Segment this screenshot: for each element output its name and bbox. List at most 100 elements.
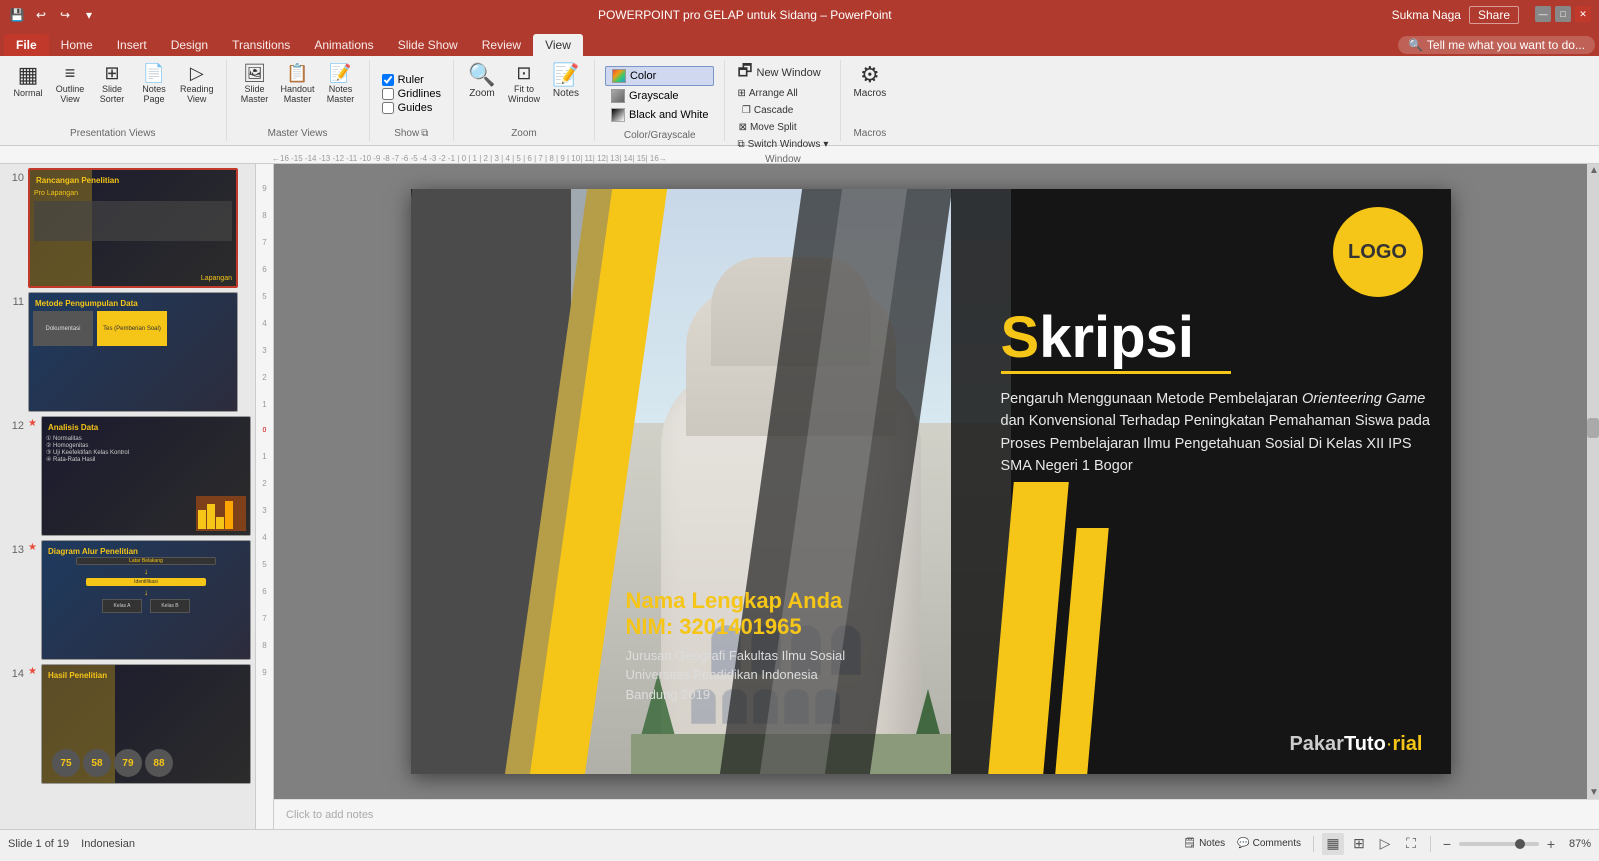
language-indicator: Indonesian xyxy=(81,838,135,850)
handout-master-button[interactable]: 📋 HandoutMaster xyxy=(277,62,319,106)
brand-tuto: Tuto xyxy=(1344,733,1386,755)
slide-preview-14: Hasil Penelitian 75 58 79 88 xyxy=(41,664,251,784)
notes-status-icon: 🗒 xyxy=(1183,838,1196,849)
star-12: ★ xyxy=(28,418,37,429)
presentation-views-label: Presentation Views xyxy=(70,126,155,139)
undo-button[interactable]: ↩ xyxy=(32,6,50,24)
normal-view-icon: ▦ xyxy=(18,64,39,86)
slide-thumb-11[interactable]: 11 Metode Pengumpulan Data Dokumentasi T… xyxy=(4,292,251,412)
reading-view-label: ReadingView xyxy=(180,84,214,104)
slide-canvas-wrapper[interactable]: LOGO Skripsi Pengaruh Menggunaan Metode … xyxy=(274,164,1587,799)
bw-dot xyxy=(611,108,625,122)
notes-status-button[interactable]: 🗒 Notes xyxy=(1179,836,1229,851)
zoom-label: Zoom xyxy=(469,88,495,99)
minimize-button[interactable]: — xyxy=(1535,6,1551,22)
slide-preview-13: Diagram Alur Penelitian Latar Belakang ↓… xyxy=(41,540,251,660)
zoom-slider[interactable]: − + xyxy=(1439,836,1559,852)
slide-thumb-10[interactable]: 10 Rancangan Penelitian Pro Lapangan Lap… xyxy=(4,168,251,288)
slide-master-button[interactable]: 🖼 SlideMaster xyxy=(235,62,275,106)
new-window-button[interactable]: 🗗 New Window xyxy=(733,62,824,84)
scrollbar-thumb[interactable] xyxy=(1587,418,1599,438)
show-expand-icon[interactable]: ⧉ xyxy=(421,128,428,139)
color-grayscale-group: Color Grayscale Black and White Color/Gr… xyxy=(595,60,725,141)
share-button[interactable]: Share xyxy=(1469,6,1519,24)
univ-line: Universitas Pendidikan Indonesia xyxy=(626,665,846,685)
scroll-down-button[interactable]: ▼ xyxy=(1587,786,1599,799)
slide-thumb-12[interactable]: 12 ★ Analisis Data ① Normalitas ② Homoge… xyxy=(4,416,251,536)
reading-view-button[interactable]: ▷ ReadingView xyxy=(176,62,218,106)
content-area: LOGO Skripsi Pengaruh Menggunaan Metode … xyxy=(274,164,1599,829)
zoom-minus-button[interactable]: − xyxy=(1439,836,1455,852)
slide-num-13: 13 xyxy=(4,540,24,556)
tell-me-input[interactable]: 🔍 Tell me what you want to do... xyxy=(1398,36,1595,54)
move-split-button[interactable]: ⊠ Move Split xyxy=(733,120,801,135)
slide-show-status-button[interactable]: ⛶ xyxy=(1400,833,1422,855)
fit-to-window-button[interactable]: ⊡ Fit toWindow xyxy=(504,62,544,106)
comments-label: Comments xyxy=(1253,838,1301,849)
maximize-button[interactable]: □ xyxy=(1555,6,1571,22)
ruler-checkbox[interactable]: Ruler xyxy=(382,74,441,86)
brand-watermark: PakarTuto·rial xyxy=(1289,733,1422,756)
slide-preview-10: Rancangan Penelitian Pro Lapangan Lapang… xyxy=(28,168,238,288)
slide-sorter-icon: ⊞ xyxy=(104,64,119,82)
tab-animations[interactable]: Animations xyxy=(302,34,385,56)
normal-view-button[interactable]: ▦ Normal xyxy=(8,62,48,100)
macros-button[interactable]: ⚙ Macros xyxy=(849,62,890,101)
normal-view-status-button[interactable]: ▦ xyxy=(1322,833,1344,855)
arrange-all-button[interactable]: ⊞ Arrange All xyxy=(733,86,801,101)
zoom-track[interactable] xyxy=(1459,842,1539,846)
notes-page-button[interactable]: 📄 NotesPage xyxy=(134,62,174,106)
tab-design[interactable]: Design xyxy=(159,34,220,56)
notes-zoom-button[interactable]: 📝 Notes xyxy=(546,62,586,101)
student-name: Nama Lengkap Anda xyxy=(626,588,846,614)
zoom-percentage[interactable]: 87% xyxy=(1563,838,1591,850)
zoom-button[interactable]: 🔍 Zoom xyxy=(462,62,502,101)
guides-checkbox[interactable]: Guides xyxy=(382,102,441,114)
color-grayscale-label: Color/Grayscale xyxy=(624,128,696,141)
window-group: 🗗 New Window ⊞ Arrange All ❐ Cascade ⊠ M… xyxy=(725,60,841,141)
zoom-thumb[interactable] xyxy=(1515,839,1525,849)
ribbon-tabs: File Home Insert Design Transitions Anim… xyxy=(0,30,1599,56)
ribbon-view: ▦ Normal ≡ OutlineView ⊞ SlideSorter 📄 N… xyxy=(0,56,1599,146)
show-label: Show ⧉ xyxy=(394,126,428,139)
vertical-scrollbar[interactable]: ▲ ▼ xyxy=(1587,164,1599,799)
color-button[interactable]: Color xyxy=(605,66,714,86)
tab-slideshow[interactable]: Slide Show xyxy=(386,34,470,56)
tab-home[interactable]: Home xyxy=(49,34,105,56)
normal-label: Normal xyxy=(13,88,42,98)
scroll-up-button[interactable]: ▲ xyxy=(1587,164,1599,177)
save-button[interactable]: 💾 xyxy=(8,6,26,24)
redo-button[interactable]: ↪ xyxy=(56,6,74,24)
notes-zoom-icon: 📝 xyxy=(552,64,579,86)
tab-transitions[interactable]: Transitions xyxy=(220,34,302,56)
dropdown-arrow: ▾ xyxy=(823,139,828,150)
slide-num-11: 11 xyxy=(4,292,24,308)
slide-preview-11: Metode Pengumpulan Data Dokumentasi Tes … xyxy=(28,292,238,412)
black-white-button[interactable]: Black and White xyxy=(605,106,714,124)
comments-status-button[interactable]: 💬 Comments xyxy=(1233,836,1305,851)
tab-file[interactable]: File xyxy=(4,34,49,56)
close-button[interactable]: ✕ xyxy=(1575,6,1591,22)
slide-thumb-14[interactable]: 14 ★ Hasil Penelitian 75 58 79 88 xyxy=(4,664,251,784)
tab-insert[interactable]: Insert xyxy=(105,34,159,56)
zoom-plus-button[interactable]: + xyxy=(1543,836,1559,852)
outline-view-button[interactable]: ≡ OutlineView xyxy=(50,62,90,106)
window-controls: Sukma Naga Share — □ ✕ xyxy=(1392,6,1591,24)
grayscale-button[interactable]: Grayscale xyxy=(605,87,714,105)
switch-windows-button[interactable]: ⧉ Switch Windows ▾ xyxy=(733,137,832,152)
customize-button[interactable]: ▾ xyxy=(80,6,98,24)
notes-master-button[interactable]: 📝 NotesMaster xyxy=(321,62,361,106)
slide-sorter-button[interactable]: ⊞ SlideSorter xyxy=(92,62,132,106)
slide-info: Slide 1 of 19 xyxy=(8,838,69,850)
cascade-button[interactable]: ❐ Cascade xyxy=(733,103,801,118)
gridlines-checkbox[interactable]: Gridlines xyxy=(382,88,441,100)
notes-area[interactable]: Click to add notes xyxy=(274,799,1599,829)
reading-view-status-button[interactable]: ▷ xyxy=(1374,833,1396,855)
macros-group: ⚙ Macros Macros xyxy=(841,60,898,141)
slide-sorter-status-button[interactable]: ⊞ xyxy=(1348,833,1370,855)
outline-label: OutlineView xyxy=(56,84,85,104)
color-options: Color Grayscale Black and White xyxy=(603,62,716,128)
tab-review[interactable]: Review xyxy=(470,34,533,56)
slide-thumb-13[interactable]: 13 ★ Diagram Alur Penelitian Latar Belak… xyxy=(4,540,251,660)
tab-view[interactable]: View xyxy=(533,34,583,56)
